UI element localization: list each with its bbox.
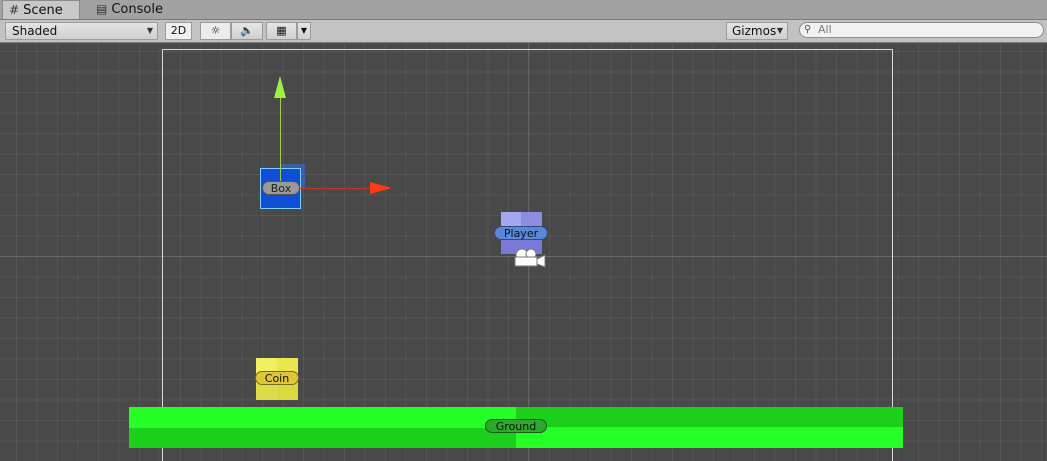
move-gizmo-y-arrow-icon[interactable] (274, 76, 286, 98)
coin-label[interactable]: Coin (255, 371, 299, 385)
player-label[interactable]: Player (494, 226, 548, 240)
gizmos-dropdown[interactable]: Gizmos ▼ (726, 22, 788, 40)
speaker-icon: 🔈 (240, 24, 254, 37)
search-icon: ⚲ (804, 24, 812, 35)
scene-search-field[interactable]: ⚲ All (799, 22, 1044, 38)
move-gizmo-y-axis[interactable] (280, 93, 281, 188)
ground-sprite-shade-left (129, 428, 516, 448)
coin-sprite-shadow (256, 384, 298, 400)
scene-viewport[interactable]: Box Player Coin Ground (0, 43, 1047, 461)
move-gizmo-x-arrow-icon[interactable] (370, 182, 392, 194)
camera-icon[interactable] (512, 246, 546, 268)
search-placeholder: All (818, 23, 832, 36)
shading-mode-dropdown[interactable]: Shaded ▼ (5, 22, 158, 40)
box-label[interactable]: Box (262, 181, 300, 195)
scene-audio-button[interactable]: 🔈 (231, 22, 263, 40)
scene-effects-button[interactable]: ▦ (266, 22, 297, 40)
player-sprite-top-shade (521, 212, 542, 226)
sun-icon: ☼ (210, 24, 221, 37)
tab-scene-label: Scene (23, 2, 63, 18)
toggle-2d-button[interactable]: 2D (165, 22, 192, 40)
tab-console-label: Console (111, 2, 163, 17)
chevron-down-icon: ▼ (146, 26, 153, 35)
tab-scene[interactable]: # Scene (2, 0, 80, 19)
scene-lighting-button[interactable]: ☼ (200, 22, 231, 40)
scene-toolbar: Shaded ▼ 2D ☼ 🔈 ▦ ▼ Gizmos ▼ ⚲ All (0, 20, 1047, 43)
scene-effects-dropdown[interactable]: ▼ (297, 22, 311, 40)
window-tab-bar: # Scene ▤ Console (0, 0, 1047, 20)
image-icon: ▦ (276, 24, 287, 37)
chevron-down-icon: ▼ (300, 26, 308, 35)
ground-sprite-shade-right (516, 407, 903, 427)
gizmos-label: Gizmos (732, 24, 777, 38)
chevron-down-icon: ▼ (776, 26, 783, 35)
tab-console[interactable]: ▤ Console (90, 0, 180, 19)
shading-mode-value: Shaded (12, 24, 58, 38)
ground-label[interactable]: Ground (485, 419, 547, 433)
console-icon: ▤ (96, 2, 108, 16)
grid-icon: # (9, 2, 20, 17)
